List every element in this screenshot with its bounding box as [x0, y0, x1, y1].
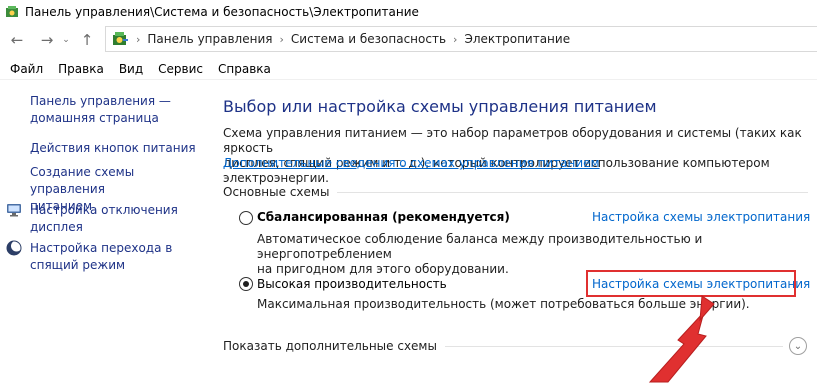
- sidebar-item-label: Создание схемы управления: [30, 165, 135, 196]
- sidebar-item-label: дисплея: [30, 220, 83, 234]
- moon-icon: [6, 240, 22, 256]
- sidebar-item-label: домашняя страница: [30, 111, 159, 125]
- breadcrumb-control-panel[interactable]: Панель управления: [147, 32, 272, 46]
- arrow-left-icon[interactable]: ←: [6, 29, 28, 51]
- plan-balanced-name[interactable]: Сбалансированная (рекомендуется): [257, 210, 510, 224]
- sidebar-item-sleep[interactable]: Настройка перехода в спящий режим: [30, 240, 172, 274]
- menu-view[interactable]: Вид: [119, 62, 143, 76]
- chevron-down-icon[interactable]: ⌄: [789, 337, 807, 355]
- control-panel-icon: [6, 6, 18, 17]
- title-bar: Панель управления\Система и безопасность…: [0, 0, 817, 24]
- divider: [444, 345, 783, 347]
- sidebar-item-label: спящий режим: [30, 258, 126, 272]
- navigation-bar: ← → ⌄ ↑ › Панель управления › Система и …: [0, 26, 817, 54]
- menu-tools[interactable]: Сервис: [158, 62, 203, 76]
- show-more-label[interactable]: Показать дополнительные схемы: [223, 339, 437, 353]
- plan-balanced-settings-link[interactable]: Настройка схемы электропитания: [592, 210, 810, 224]
- radio-selected-dot: [243, 281, 249, 287]
- annotation-arrow-icon: [648, 295, 715, 383]
- sidebar-item-label: Панель управления —: [30, 94, 171, 108]
- group-label: Основные схемы: [223, 185, 330, 199]
- page-title: Выбор или настройка схемы управления пит…: [223, 97, 657, 116]
- sidebar-item-label: Действия кнопок питания: [30, 141, 196, 155]
- menu-file[interactable]: Файл: [10, 62, 43, 76]
- plan-desc-line: Автоматическое соблюдение баланса между …: [257, 232, 703, 261]
- control-panel-icon: [113, 32, 128, 45]
- window-title: Панель управления\Система и безопасность…: [25, 5, 419, 19]
- breadcrumb-separator-icon: ›: [136, 32, 141, 46]
- divider: [337, 191, 808, 193]
- breadcrumb-system-security[interactable]: Система и безопасность: [291, 32, 446, 46]
- monitor-icon: [7, 204, 21, 217]
- sidebar-item-power-buttons[interactable]: Действия кнопок питания: [30, 140, 196, 157]
- breadcrumb-separator-icon[interactable]: ›: [453, 33, 457, 46]
- sidebar-item-display-off[interactable]: Настройка отключения дисплея: [30, 202, 178, 236]
- plan-high-performance-name[interactable]: Высокая производительность: [257, 277, 447, 291]
- breadcrumb-power-options[interactable]: Электропитание: [464, 32, 570, 46]
- sidebar-item-label: Настройка отключения: [30, 203, 178, 217]
- group-header: Основные схемы: [223, 183, 808, 201]
- arrow-up-icon[interactable]: ↑: [76, 29, 98, 51]
- breadcrumb-separator-icon[interactable]: ›: [279, 33, 283, 46]
- more-info-link[interactable]: Дополнительные сведения о схемах управле…: [223, 156, 600, 170]
- menu-edit[interactable]: Правка: [58, 62, 104, 76]
- address-bar[interactable]: › Панель управления › Система и безопасн…: [105, 26, 817, 52]
- sidebar-item-label: Настройка перехода в: [30, 241, 173, 255]
- menu-bar: Файл Правка Вид Сервис Справка: [0, 58, 817, 80]
- chevron-down-icon[interactable]: ⌄: [60, 29, 72, 51]
- plan-high-performance-radio[interactable]: [239, 277, 253, 291]
- plan-balanced-radio[interactable]: [239, 211, 253, 225]
- arrow-right-icon[interactable]: →: [36, 29, 58, 51]
- menu-help[interactable]: Справка: [218, 62, 271, 76]
- intro-line: Схема управления питанием — это набор па…: [223, 126, 802, 155]
- sidebar: Панель управления — домашняя страница Де…: [0, 80, 208, 388]
- sidebar-item-home[interactable]: Панель управления — домашняя страница: [30, 93, 171, 127]
